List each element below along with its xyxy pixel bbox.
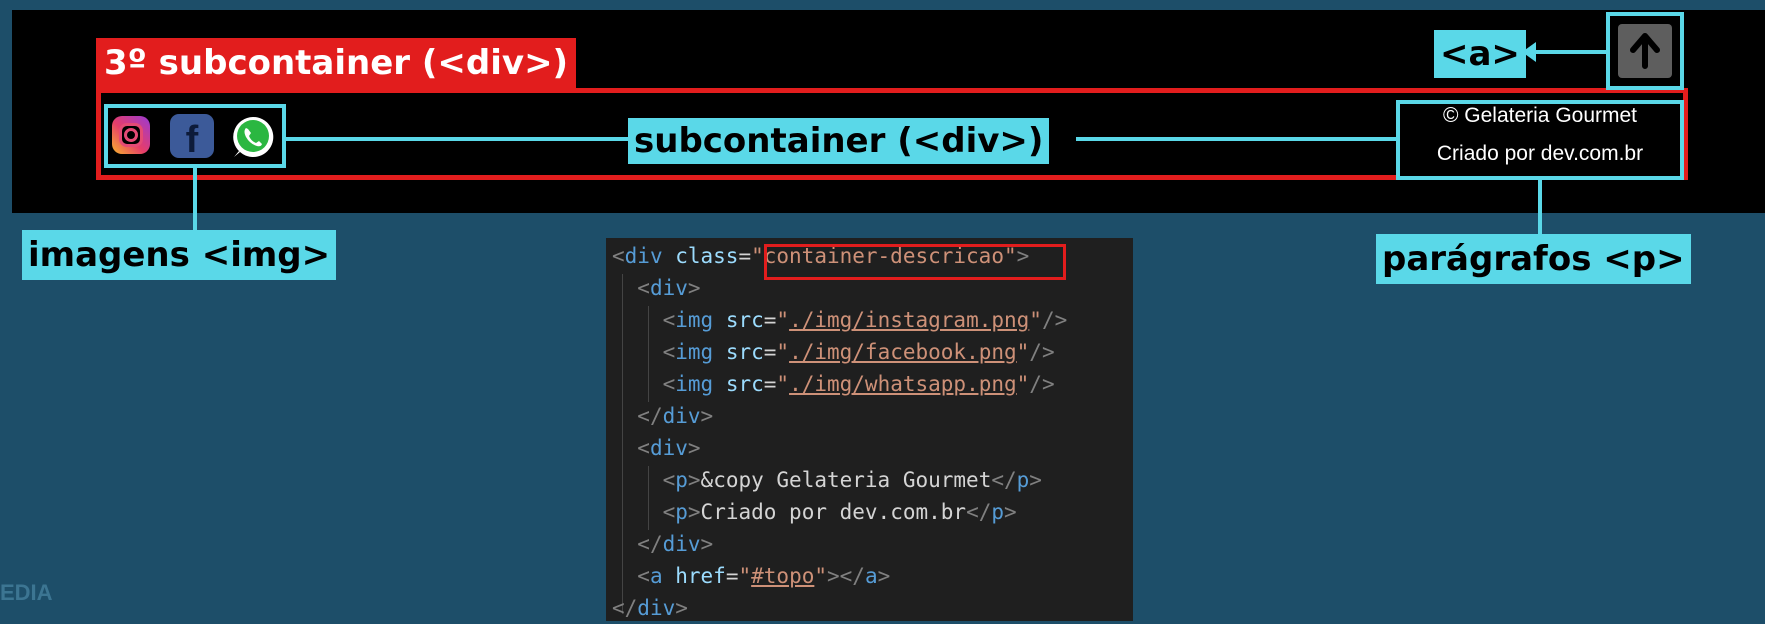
images-label: imagens <img> bbox=[22, 230, 337, 280]
code-line: <img src="./img/instagram.png"/> bbox=[662, 308, 1068, 332]
code-line: <img src="./img/facebook.png"/> bbox=[662, 340, 1055, 364]
code-line: <img src="./img/whatsapp.png"/> bbox=[662, 372, 1055, 396]
back-to-top-button[interactable] bbox=[1618, 24, 1672, 78]
paragraphs-label: parágrafos <p> bbox=[1376, 234, 1691, 284]
subcontainer-label: subcontainer (<div>) bbox=[628, 118, 1050, 164]
watermark: EDIA bbox=[0, 580, 53, 605]
anchor-label: <a> bbox=[1434, 30, 1526, 78]
instagram-icon[interactable] bbox=[112, 116, 150, 154]
connector-line bbox=[193, 168, 197, 230]
code-editor: <div class="container-descricao"> <div> … bbox=[606, 238, 1133, 621]
code-line: <p>&copy Gelateria Gourmet</p> bbox=[662, 468, 1042, 492]
whatsapp-icon[interactable] bbox=[230, 114, 276, 160]
connector-line bbox=[1538, 180, 1542, 234]
code-line: <div> bbox=[637, 276, 701, 300]
connector-line bbox=[1532, 50, 1606, 54]
code-line: </div> bbox=[637, 532, 714, 556]
code-line: <a href="#topo"></a> bbox=[637, 564, 891, 588]
copyright-text: © Gelateria Gourmet bbox=[1442, 104, 1638, 127]
code-line: </div> bbox=[612, 596, 688, 620]
code-line: <div> bbox=[637, 436, 701, 460]
code-line: <p>Criado por dev.com.br</p> bbox=[662, 500, 1017, 524]
facebook-icon[interactable]: f bbox=[170, 114, 214, 158]
code-line: </div> bbox=[637, 404, 714, 428]
credits-text: Criado por dev.com.br bbox=[1436, 142, 1644, 165]
arrow-up-icon bbox=[1630, 33, 1660, 69]
connector-line bbox=[1076, 137, 1396, 141]
third-subcontainer-label: 3º subcontainer (<div>) bbox=[96, 38, 577, 88]
class-name-highlight bbox=[764, 244, 1066, 280]
connector-line bbox=[286, 137, 628, 141]
